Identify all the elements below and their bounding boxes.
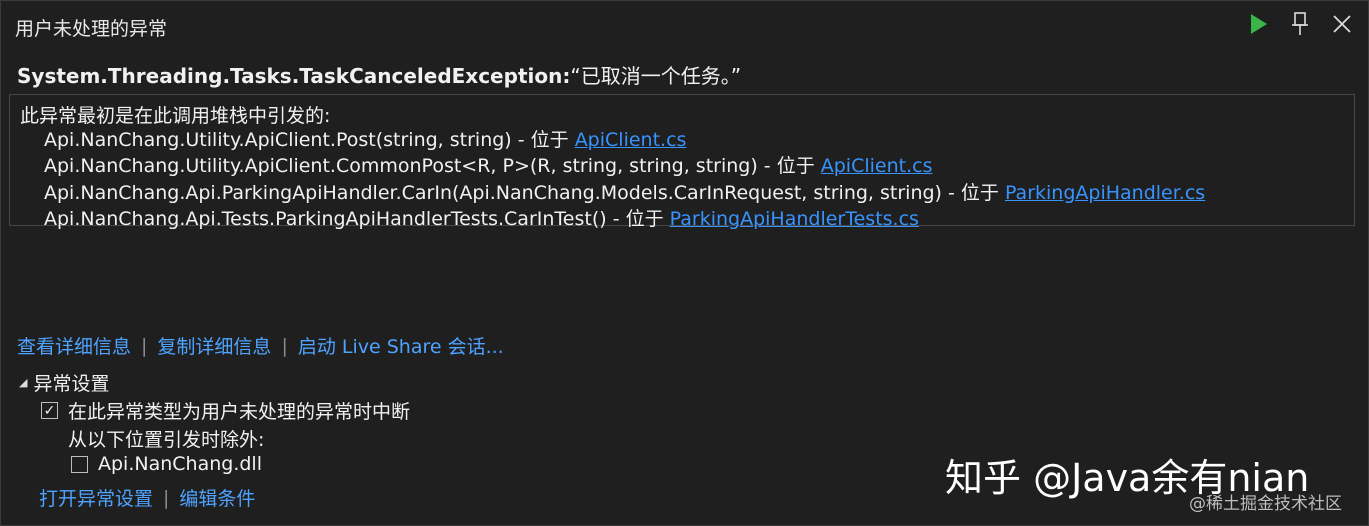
exception-settings-header: 异常设置	[33, 373, 110, 395]
live-share-link[interactable]: 启动 Live Share 会话...	[298, 332, 504, 359]
view-details-link[interactable]: 查看详细信息	[17, 332, 131, 359]
module-exclusion-option[interactable]: Api.NanChang.dll	[71, 453, 262, 475]
stack-frame-file-link[interactable]: ParkingApiHandler.cs	[1005, 182, 1205, 204]
open-exception-settings-link[interactable]: 打开异常设置	[39, 484, 153, 511]
module-checkbox-label: Api.NanChang.dll	[98, 453, 262, 475]
stack-frame-text: Api.NanChang.Api.ParkingApiHandler.CarIn…	[44, 182, 1005, 204]
stack-frame: Api.NanChang.Utility.ApiClient.CommonPos…	[44, 151, 932, 178]
stack-frame-file-link[interactable]: ApiClient.cs	[575, 129, 687, 151]
stack-frame-file-link[interactable]: ParkingApiHandlerTests.cs	[670, 208, 919, 230]
action-links: 查看详细信息 | 复制详细信息 | 启动 Live Share 会话...	[17, 332, 504, 359]
copy-details-link[interactable]: 复制详细信息	[157, 332, 271, 359]
exception-helper-window: 用户未处理的异常 System.Threading.Tasks.TaskCanc…	[0, 0, 1369, 526]
stack-frame-text: Api.NanChang.Api.Tests.ParkingApiHandler…	[44, 208, 670, 230]
close-icon[interactable]	[1330, 11, 1354, 37]
play-icon[interactable]	[1246, 11, 1270, 37]
title-bar: 用户未处理的异常	[1, 1, 1368, 49]
settings-links: 打开异常设置 | 编辑条件	[39, 484, 255, 511]
break-on-exception-option[interactable]: ✓ 在此异常类型为用户未处理的异常时中断	[41, 397, 410, 424]
stack-frame-file-link[interactable]: ApiClient.cs	[821, 155, 933, 177]
link-separator: |	[281, 334, 288, 357]
except-from-label: 从以下位置引发时除外:	[68, 429, 265, 451]
stack-frame-text: Api.NanChang.Utility.ApiClient.Post(stri…	[44, 129, 575, 151]
collapse-triangle-icon: ◢	[19, 376, 28, 389]
pin-icon[interactable]	[1288, 11, 1312, 37]
module-checkbox[interactable]	[71, 455, 88, 473]
title-bar-actions	[1246, 11, 1354, 37]
exception-settings-toggle[interactable]: ◢ 异常设置	[19, 369, 109, 396]
link-separator: |	[163, 486, 170, 509]
stack-frame-text: Api.NanChang.Utility.ApiClient.CommonPos…	[44, 155, 821, 177]
exception-type: System.Threading.Tasks.TaskCanceledExcep…	[17, 64, 571, 88]
exception-text: “已取消一个任务。”	[570, 64, 742, 88]
stack-frame: Api.NanChang.Utility.ApiClient.Post(stri…	[44, 125, 686, 152]
call-stack-box: 此异常最初是在此调用堆栈中引发的: Api.NanChang.Utility.A…	[9, 94, 1355, 230]
break-checkbox[interactable]: ✓	[41, 402, 58, 419]
break-checkbox-label: 在此异常类型为用户未处理的异常时中断	[68, 401, 411, 423]
call-stack-header: 此异常最初是在此调用堆栈中引发的:	[20, 105, 331, 127]
window-title: 用户未处理的异常	[15, 18, 168, 40]
watermark-sub: @稀土掘金技术社区	[1189, 494, 1342, 514]
stack-frame: Api.NanChang.Api.ParkingApiHandler.CarIn…	[44, 178, 1205, 205]
link-separator: |	[141, 334, 148, 357]
exception-message: System.Threading.Tasks.TaskCanceledExcep…	[17, 60, 741, 89]
stack-frame: Api.NanChang.Api.Tests.ParkingApiHandler…	[44, 204, 919, 231]
edit-conditions-link[interactable]: 编辑条件	[179, 484, 255, 511]
